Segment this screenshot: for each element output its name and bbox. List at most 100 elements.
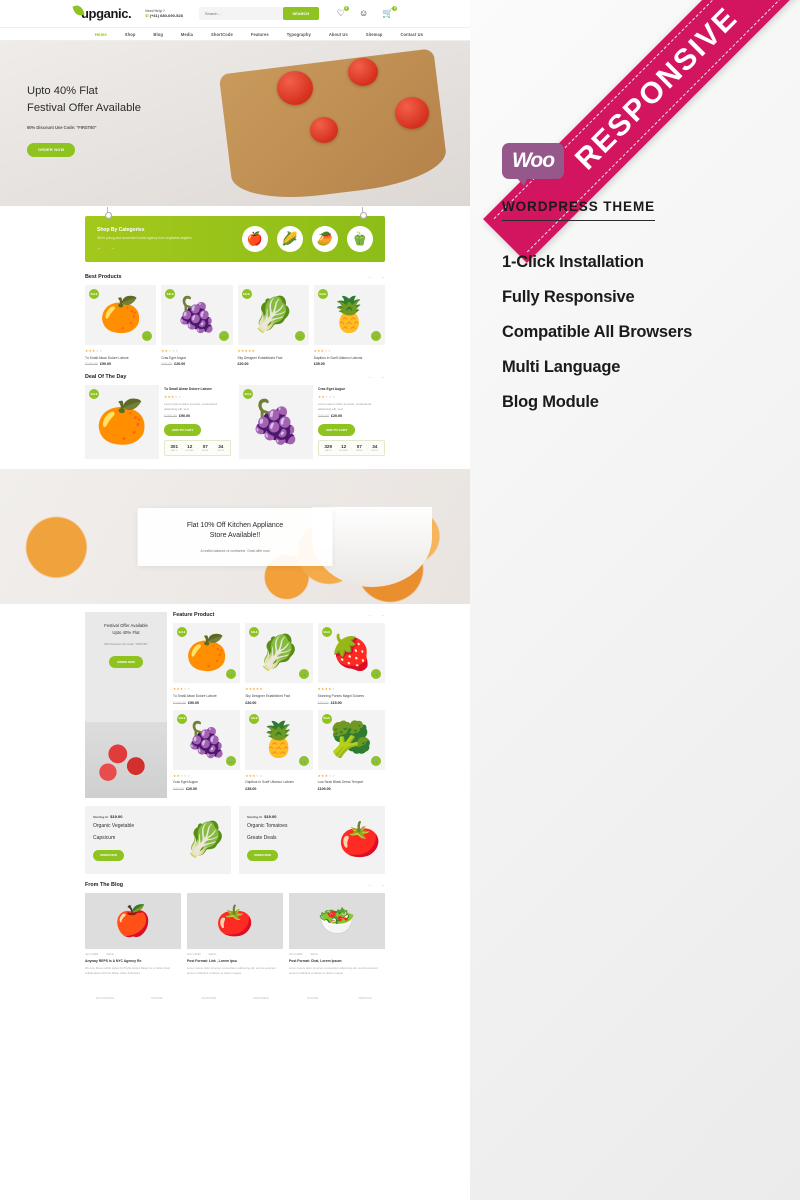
nav-item-sitemap[interactable]: Sitemap	[357, 32, 392, 37]
brand-logo: ORGANIC	[150, 997, 164, 1001]
blog-post-card[interactable]: 🍎 Jan 3,2020 Admin Anyway REPS Is A NYC Age…	[85, 893, 181, 976]
next-arrow[interactable]: →	[380, 882, 385, 888]
add-to-cart-icon[interactable]: 🛒	[142, 331, 153, 341]
product-card[interactable]: 🥦 SALE 🛒 ★★★★★ Low Neck Black Dress Tempori £…	[317, 709, 385, 791]
nav-item-features[interactable]: Features	[242, 32, 278, 37]
nav-item-home[interactable]: Home	[86, 32, 116, 37]
add-to-cart-icon[interactable]: 🛒	[226, 669, 237, 680]
nav-item-media[interactable]: Media	[172, 32, 202, 37]
timer-number: 34	[372, 444, 378, 450]
brand-logos-row: PHOTOGRAPH ORGANIC SHOPFARM FRESHNESS NATURA…	[85, 986, 385, 1012]
blog-excerpt: Lorem ipsum dolor sit amet, consectetur …	[187, 966, 276, 976]
nav-item-shortcode[interactable]: ShortCode	[202, 32, 242, 37]
category-thumb[interactable]: 🌽	[277, 226, 303, 252]
product-card[interactable]: 🥬 SALE 🛒 ★★★★★ Sky Designer Established Fact…	[237, 285, 309, 367]
product-card[interactable]: 🥬 SALE 🛒 ★★★★★ Sky Designer Established Fact…	[245, 623, 313, 705]
blog-title: From The Blog	[85, 882, 124, 889]
product-card[interactable]: 🍊 SALE 🛒 ★★★★★ Tu Small Alwar Dolore Labore £…	[85, 285, 157, 367]
add-to-cart-icon[interactable]: 🛒	[218, 331, 229, 341]
category-thumb[interactable]: 🥭	[312, 226, 338, 252]
blog-post-title[interactable]: Post Format: Link , Lorem Ipsu	[187, 959, 283, 963]
hero-subtitle: 50% Discount Use Code: "FIRST50"	[27, 124, 97, 130]
organic-promo-card[interactable]: Starting At $19.00 Organic Tomatoes Greate …	[239, 806, 385, 875]
current-price: £20.00	[174, 362, 186, 367]
current-price: £90.00	[100, 362, 111, 367]
sale-badge: SALE	[89, 289, 99, 299]
help-block: Need Help ? ✆ (+41) 680-690-528	[145, 9, 183, 18]
woo-logo-text: Woo	[511, 149, 555, 172]
organic-order-button[interactable]: ORDER NOW	[247, 849, 279, 861]
rating-stars: ★★★★★	[164, 395, 182, 400]
blog-post-card[interactable]: 🥗 Jan 3,2020 Admin Post Format: Chat, Lorem…	[289, 893, 385, 976]
nav-item-about-us[interactable]: About Us	[320, 32, 357, 37]
category-thumb[interactable]: 🫑	[347, 226, 373, 252]
add-to-cart-icon[interactable]: 🛒	[298, 755, 309, 766]
site-logo[interactable]: upganic.	[72, 3, 132, 21]
section-header: Deal Of The Day ← →	[85, 374, 385, 380]
organic-order-button[interactable]: ORDER NOW	[93, 849, 125, 861]
old-price: £100.00	[164, 414, 177, 419]
add-to-cart-icon[interactable]: 🛒	[298, 669, 309, 680]
product-price: £20.00	[238, 362, 309, 366]
category-thumb[interactable]: 🍎	[242, 226, 268, 252]
search-input[interactable]	[198, 11, 275, 16]
hero-order-now-button[interactable]: ORDER NOW	[27, 142, 76, 157]
organic-promo-card[interactable]: Starting At $19.00 Organic Vegetable Capsic…	[85, 806, 231, 875]
blog-post-card[interactable]: 🍅 Feb 1,2020 Admin Post Format: Link , Lore…	[187, 893, 283, 976]
prev-arrow[interactable]: ←	[368, 274, 373, 280]
deal-card[interactable]: 🍇 SALE Cras Eget Augue ★★★★★ Lorem ipsum dol…	[239, 385, 385, 460]
deal-info: Tu Small Alwar Dolore Labore ★★★★★ Lorem i…	[164, 385, 231, 459]
nav-item-shop[interactable]: Shop	[116, 32, 145, 37]
blog-date: Feb 1,2020	[187, 953, 201, 957]
product-image: 🍇 SALE 🛒	[161, 285, 233, 345]
wishlist-count: 0	[343, 5, 349, 11]
prev-arrow[interactable]: ←	[368, 882, 373, 888]
product-image: 🍊 SALE 🛒	[85, 285, 157, 345]
cart-icon[interactable]: 🛒 0	[382, 6, 398, 18]
blog-post-title[interactable]: Post Format: Chat, Lorem Ipsum	[289, 959, 385, 963]
promo-info-panel: RESPONSIVE Woo WORDPRESS THEME 1-Click I…	[470, 0, 800, 1200]
account-icon[interactable]: ☺	[359, 9, 368, 18]
prev-arrow[interactable]: ←	[368, 374, 373, 380]
nav-item-typography[interactable]: Typography	[278, 32, 320, 37]
nav-item-blog[interactable]: Blog	[144, 32, 172, 37]
prev-arrow[interactable]: ←	[368, 612, 373, 618]
add-to-cart-button[interactable]: ADD TO CART	[318, 424, 356, 437]
nav-item-contact-us[interactable]: Contact Us	[392, 32, 433, 37]
product-card[interactable]: 🍓 SALE 🛒 ★★★★★ Stunning Purses Magni Dolores…	[317, 623, 385, 705]
side-banner-order-button[interactable]: ORDER NOW	[109, 656, 143, 669]
deal-nav: ← →	[368, 374, 385, 380]
old-price: £40.00	[318, 414, 329, 419]
current-price: £100.00	[317, 786, 331, 791]
next-arrow[interactable]: →	[380, 274, 385, 280]
categories-prev-arrow[interactable]: ←	[97, 245, 102, 251]
add-to-cart-button[interactable]: ADD TO CART	[164, 424, 202, 437]
next-arrow[interactable]: →	[380, 374, 385, 380]
product-card[interactable]: 🍍 SALE 🛒 ★★★★★ Dapibus In Scelf Ullamco Labo…	[313, 285, 385, 367]
add-to-cart-icon[interactable]: 🛒	[371, 755, 381, 766]
deal-price: £40.00 £20.00	[318, 414, 385, 418]
product-card[interactable]: 🍇 SALE 🛒 ★★★★★ Cras Eget Augue £40.00 £20.00	[161, 285, 233, 367]
brand-logo: PRESTIGE	[358, 997, 372, 1001]
deal-card[interactable]: 🍊 SALE Tu Small Alwar Dolore Labore ★★★★★ Lo…	[85, 385, 231, 460]
add-to-cart-icon[interactable]: 🛒	[226, 755, 237, 766]
blog-excerpt: Lorem ipsum dolor sit amet, consectetur …	[289, 966, 378, 976]
search-button[interactable]: SEARCH	[282, 7, 319, 20]
woocommerce-logo-icon: Woo	[502, 143, 564, 186]
product-card[interactable]: 🍍 SALE 🛒 ★★★★★ Dapibus In Scelf Ullamco Labo…	[245, 709, 313, 791]
sale-badge: SALE	[177, 713, 187, 724]
next-arrow[interactable]: →	[380, 612, 385, 618]
add-to-cart-icon[interactable]: 🛒	[371, 331, 381, 341]
blog-post-title[interactable]: Anyway REPS Is A NYC Agency Re	[85, 959, 181, 963]
product-image: 🍍 SALE 🛒	[313, 285, 385, 345]
best-products-grid: 🍊 SALE 🛒 ★★★★★ Tu Small Alwar Dolore Labore £…	[85, 285, 385, 367]
tomato-image	[394, 97, 429, 130]
organic-line2: Greate Deals	[247, 834, 277, 841]
categories-next-arrow[interactable]: →	[110, 245, 115, 251]
add-to-cart-icon[interactable]: 🛒	[371, 669, 381, 680]
wishlist-icon[interactable]: ♡ 0	[337, 6, 349, 18]
product-price: £40.00 £20.00	[161, 362, 232, 366]
add-to-cart-icon[interactable]: 🛒	[294, 331, 305, 341]
product-card[interactable]: 🍊 SALE 🛒 ★★★★★ Tu Small Alwar Dolore Labore £…	[173, 623, 241, 705]
product-card[interactable]: 🍇 SALE 🛒 ★★★★★ Cras Eget Augue £40.00 £20.00	[173, 709, 241, 791]
